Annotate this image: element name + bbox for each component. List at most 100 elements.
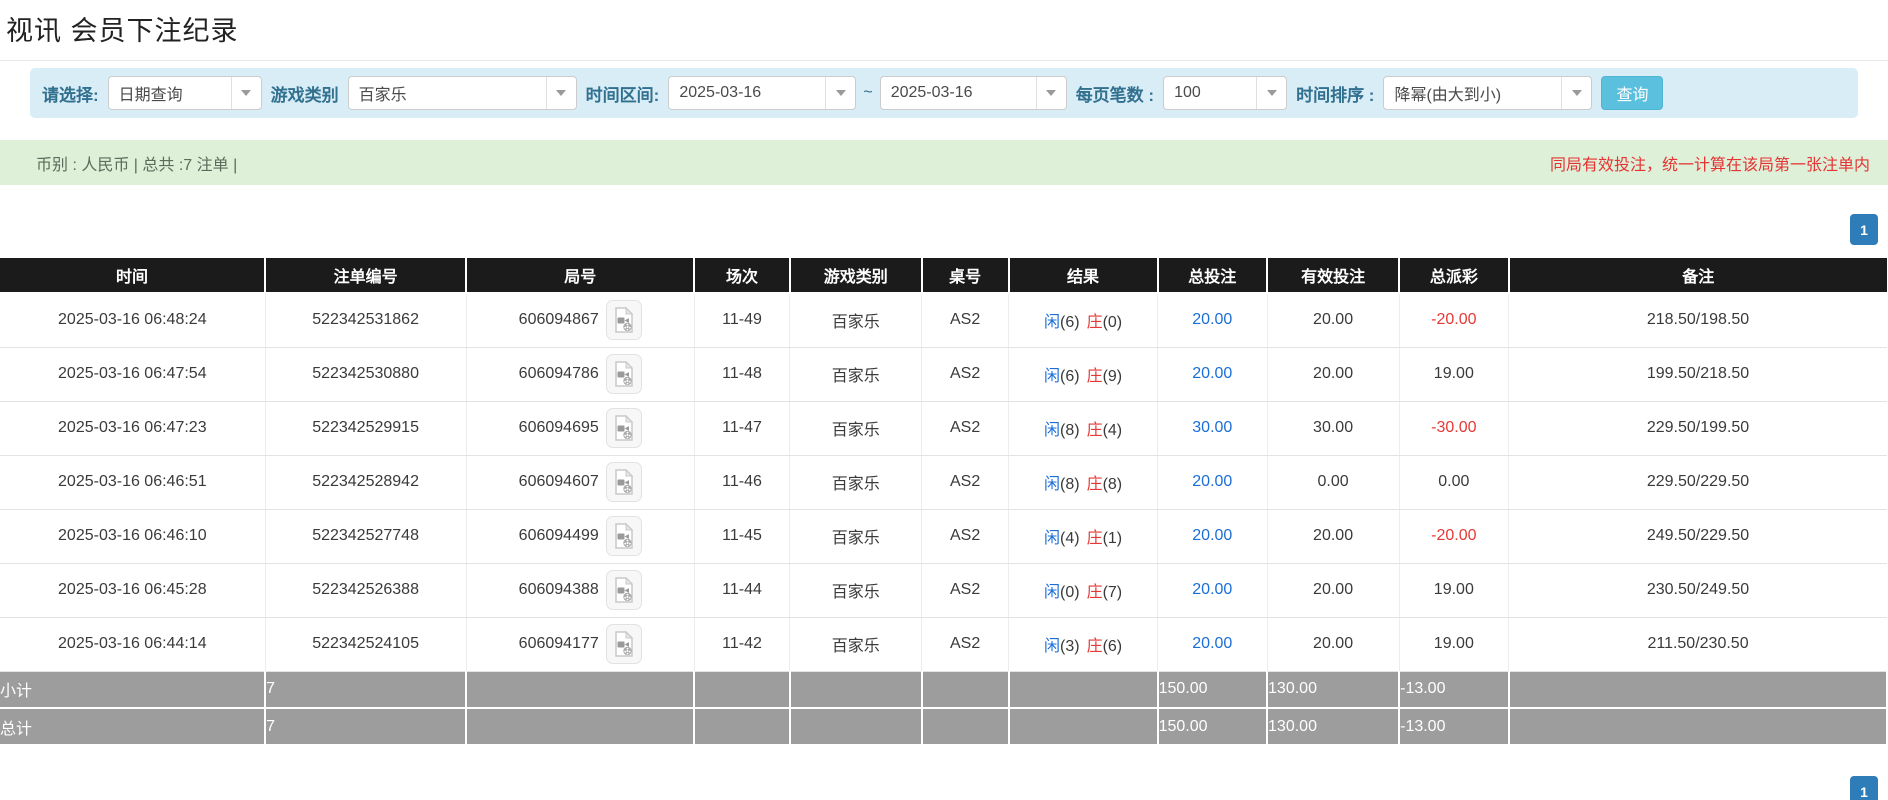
col-bet-id: 注单编号 [265,258,466,293]
cell-total-bet: 20.00 [1158,563,1267,617]
col-valid-bet: 有效投注 [1267,258,1399,293]
date-query-type-select[interactable]: 日期查询 [108,76,262,110]
cell-result: 闲(0)庄(7) [1009,563,1158,617]
page-1-button[interactable]: 1 [1850,214,1878,245]
round-number: 606094695 [519,419,599,437]
result-banker-score: (4) [1103,422,1123,439]
result-player-score: (8) [1060,476,1080,493]
table-row: 2025-03-16 06:46:10 522342527748 6060944… [0,509,1887,563]
cell-table-no: AS2 [922,563,1009,617]
result-banker-label: 庄 [1087,530,1103,547]
video-replay-button[interactable] [606,624,642,664]
cell-round-id: 606094786 [466,347,694,401]
cell-note: 199.50/218.50 [1509,347,1887,401]
video-document-icon [613,523,635,549]
cell-session: 11-44 [694,563,789,617]
video-replay-button[interactable] [606,300,642,340]
date-query-type-value: 日期查询 [109,77,231,109]
cell-bet-id: 522342524105 [265,617,466,671]
cell-session: 11-42 [694,617,789,671]
total-bet-link[interactable]: 20.00 [1192,581,1232,598]
cell-table-no: AS2 [922,455,1009,509]
round-number: 606094499 [519,527,599,545]
subtotal-label: 小计 [0,671,265,708]
subtotal-valid-bet: 130.00 [1267,671,1399,708]
cell-round-id: 606094499 [466,509,694,563]
table-row: 2025-03-16 06:47:23 522342529915 6060946… [0,401,1887,455]
cell-bet-id: 522342527748 [265,509,466,563]
result-banker-label: 庄 [1087,476,1103,493]
cell-result: 闲(8)庄(8) [1009,455,1158,509]
cell-table-no: AS2 [922,401,1009,455]
total-bet-link[interactable]: 20.00 [1192,311,1232,328]
result-player-label: 闲 [1044,638,1060,655]
total-bet-link[interactable]: 20.00 [1192,635,1232,652]
total-bet-link[interactable]: 20.00 [1192,365,1232,382]
result-player-score: (4) [1060,530,1080,547]
date-to-select[interactable]: 2025-03-16 [880,76,1067,110]
table-row: 2025-03-16 06:45:28 522342526388 6060943… [0,563,1887,617]
video-replay-button[interactable] [606,354,642,394]
date-from-select[interactable]: 2025-03-16 [668,76,856,110]
cell-payout: -20.00 [1399,509,1508,563]
result-banker-label: 庄 [1087,638,1103,655]
total-bet-link[interactable]: 30.00 [1192,419,1232,436]
cell-note: 211.50/230.50 [1509,617,1887,671]
choose-label: 请选择: [42,81,99,106]
result-banker-label: 庄 [1087,422,1103,439]
chevron-down-icon [231,77,261,109]
cell-result: 闲(6)庄(9) [1009,347,1158,401]
subtotal-row: 小计 7 150.00 130.00 -13.00 [0,671,1887,708]
video-replay-button[interactable] [606,570,642,610]
cell-valid-bet: 30.00 [1267,401,1399,455]
game-type-label: 游戏类别 [271,81,339,106]
title-divider [0,60,1888,61]
cell-game-type: 百家乐 [790,293,922,347]
chevron-down-icon [1561,77,1591,109]
table-header-row: 时间 注单编号 局号 场次 游戏类别 桌号 结果 总投注 有效投注 总派彩 备注 [0,258,1887,293]
chevron-down-icon [825,77,855,109]
cell-payout: 0.00 [1399,455,1508,509]
result-player-score: (6) [1060,368,1080,385]
video-document-icon [613,361,635,387]
total-bet-link[interactable]: 20.00 [1192,527,1232,544]
table-footer: 小计 7 150.00 130.00 -13.00 总计 7 150.00 13… [0,671,1887,745]
total-bet-link[interactable]: 20.00 [1192,473,1232,490]
search-button[interactable]: 查询 [1601,76,1663,110]
cell-game-type: 百家乐 [790,617,922,671]
date-from-value: 2025-03-16 [669,77,825,109]
cell-time: 2025-03-16 06:47:54 [0,347,265,401]
cell-round-id: 606094177 [466,617,694,671]
page-1-button[interactable]: 1 [1850,776,1878,800]
subtotal-payout: -13.00 [1399,671,1508,708]
cell-session: 11-47 [694,401,789,455]
cell-time: 2025-03-16 06:44:14 [0,617,265,671]
subtotal-count: 7 [265,671,466,708]
cell-total-bet: 30.00 [1158,401,1267,455]
sort-order-select[interactable]: 降幂(由大到小) [1383,76,1592,110]
cell-game-type: 百家乐 [790,401,922,455]
cell-total-bet: 20.00 [1158,617,1267,671]
date-to-value: 2025-03-16 [881,77,1036,109]
cell-game-type: 百家乐 [790,455,922,509]
cell-bet-id: 522342531862 [265,293,466,347]
video-document-icon [613,307,635,333]
result-player-label: 闲 [1044,584,1060,601]
col-result: 结果 [1009,258,1158,293]
cell-total-bet: 20.00 [1158,293,1267,347]
cell-total-bet: 20.00 [1158,455,1267,509]
cell-note: 218.50/198.50 [1509,293,1887,347]
sort-order-value: 降幂(由大到小) [1384,77,1561,109]
total-payout: -13.00 [1399,708,1508,745]
cell-note: 229.50/229.50 [1509,455,1887,509]
page-size-select[interactable]: 100 [1163,76,1287,110]
video-replay-button[interactable] [606,408,642,448]
col-payout: 总派彩 [1399,258,1508,293]
video-document-icon [613,415,635,441]
cell-bet-id: 522342526388 [265,563,466,617]
valid-bet-note: 同局有效投注，统一计算在该局第一张注单内 [1550,151,1870,175]
pagination-bottom: 1 [0,776,1888,800]
video-replay-button[interactable] [606,516,642,556]
video-replay-button[interactable] [606,462,642,502]
game-type-select[interactable]: 百家乐 [348,76,577,110]
